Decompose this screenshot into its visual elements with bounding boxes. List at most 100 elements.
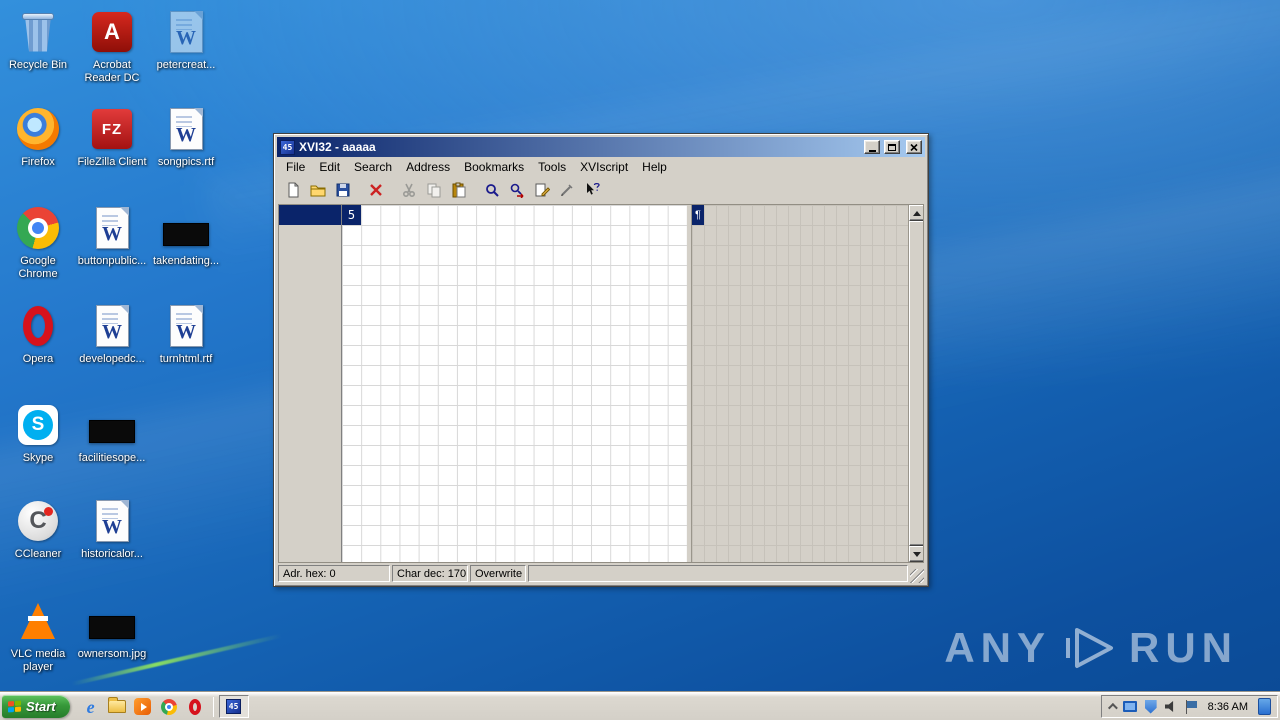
- new-file-button[interactable]: [281, 179, 304, 201]
- desktop-icon-label: takendating...: [152, 255, 220, 267]
- menu-search[interactable]: Search: [347, 158, 399, 176]
- skype-icon: S: [2, 401, 74, 449]
- desktop-icon-label: songpics.rtf: [157, 156, 215, 168]
- tray-network-icon[interactable]: [1122, 701, 1137, 712]
- maximize-icon: [888, 143, 896, 151]
- insert-pen-icon: [560, 184, 573, 196]
- quicklaunch-opera[interactable]: [182, 695, 208, 719]
- context-help-button[interactable]: [580, 179, 603, 201]
- quicklaunch-divider: [212, 696, 214, 717]
- tray-expand-icon[interactable]: [1107, 702, 1118, 713]
- text-grid-pane[interactable]: ¶: [691, 205, 908, 562]
- open-file-button[interactable]: [306, 179, 329, 201]
- quicklaunch-explorer-folder[interactable]: [104, 695, 130, 719]
- word-document-icon: W: [76, 204, 148, 252]
- desktop-icon-firefox[interactable]: Firefox: [2, 105, 74, 169]
- new-file-icon: [288, 182, 298, 198]
- status-bar: Adr. hex: 0 Char dec: 170 Overwrite: [277, 563, 925, 583]
- desktop-icon-label: buttonpublic...: [77, 255, 147, 267]
- tray-status-icon[interactable]: [1144, 699, 1157, 714]
- tray-clock[interactable]: 8:36 AM: [1206, 701, 1250, 713]
- quicklaunch-media-player[interactable]: [130, 695, 156, 719]
- desktop-icon-songpics[interactable]: W songpics.rtf: [150, 105, 222, 169]
- chrome-icon: [160, 698, 177, 715]
- desktop-icon-petercreat[interactable]: W petercreat...: [150, 8, 222, 72]
- anyrun-play-logo: [1066, 628, 1113, 668]
- desktop-icon-turnhtml[interactable]: W turnhtml.rtf: [150, 302, 222, 366]
- maximize-button[interactable]: [884, 140, 900, 154]
- tray-flag-icon[interactable]: [1185, 699, 1198, 714]
- desktop-icon-label: CCleaner: [14, 548, 62, 560]
- vlc-icon: [2, 597, 74, 645]
- desktop-icon-opera[interactable]: Opera: [2, 302, 74, 366]
- firefox-icon: [2, 105, 74, 153]
- desktop-icon-label: developedc...: [79, 353, 145, 365]
- desktop-icon-skype[interactable]: S Skype: [2, 401, 74, 465]
- resize-grip[interactable]: [910, 569, 924, 583]
- quicklaunch-chrome[interactable]: [156, 695, 182, 719]
- menu-file[interactable]: File: [279, 158, 312, 176]
- find-next-icon: [510, 183, 523, 198]
- watermark-text-run: RUN: [1129, 624, 1238, 671]
- menu-help[interactable]: Help: [635, 158, 674, 176]
- hex-selected-cell[interactable]: 5: [342, 205, 361, 225]
- edit-address-button[interactable]: [530, 179, 553, 201]
- windows-flag-icon: [8, 700, 21, 713]
- cut-button[interactable]: [397, 179, 420, 201]
- desktop-icon-developedc[interactable]: W developedc...: [76, 302, 148, 366]
- start-label: Start: [26, 699, 56, 714]
- quicklaunch-internet-explorer[interactable]: e: [78, 695, 104, 719]
- xvi32-window: 45 XVI32 - aaaaa File Edit Search Addres…: [273, 133, 929, 587]
- opera-icon: [188, 698, 201, 715]
- window-title: XVI32 - aaaaa: [299, 140, 376, 154]
- desktop-icon-label: Firefox: [21, 156, 55, 168]
- desktop-icon-label: Recycle Bin: [8, 59, 68, 71]
- menu-bar: File Edit Search Address Bookmarks Tools…: [277, 157, 925, 177]
- menu-edit[interactable]: Edit: [312, 158, 347, 176]
- scroll-down-button[interactable]: [909, 546, 923, 562]
- save-file-button[interactable]: [331, 179, 354, 201]
- desktop-icon-recycle-bin[interactable]: Recycle Bin: [2, 8, 74, 72]
- address-column[interactable]: [279, 205, 342, 562]
- copy-button[interactable]: [422, 179, 445, 201]
- opera-icon: [2, 302, 74, 350]
- menu-address[interactable]: Address: [399, 158, 457, 176]
- desktop-icon-facilitiesope[interactable]: facilitiesope...: [76, 401, 148, 465]
- menu-tools[interactable]: Tools: [531, 158, 573, 176]
- desktop-icon-takendating[interactable]: takendating...: [150, 204, 222, 268]
- image-file-icon: [76, 597, 148, 645]
- start-button[interactable]: Start: [2, 695, 70, 718]
- desktop-icon-filezilla[interactable]: FZ FileZilla Client: [76, 105, 148, 169]
- desktop-icon-label: Skype: [22, 452, 54, 464]
- desktop-icon-buttonpublic[interactable]: W buttonpublic...: [76, 204, 148, 268]
- scroll-up-button[interactable]: [909, 205, 923, 221]
- menu-xviscript[interactable]: XVIscript: [573, 158, 635, 176]
- desktop-icon-label: VLC media player: [10, 648, 66, 674]
- close-button[interactable]: [906, 140, 922, 154]
- desktop-icon-label: ownersom.jpg: [77, 648, 147, 660]
- delete-button[interactable]: [364, 179, 387, 201]
- minimize-button[interactable]: [864, 140, 880, 154]
- desktop-icon-acrobat[interactable]: A Acrobat Reader DC: [76, 8, 148, 85]
- menu-bookmarks[interactable]: Bookmarks: [457, 158, 531, 176]
- desktop-icon-historicalor[interactable]: W historicalor...: [76, 497, 148, 561]
- address-selected-cell: [279, 205, 341, 225]
- paste-button[interactable]: [447, 179, 470, 201]
- taskbar-button-xvi32[interactable]: 45: [218, 695, 249, 718]
- find-next-button[interactable]: [505, 179, 528, 201]
- vertical-scrollbar[interactable]: [908, 205, 923, 562]
- text-selected-cell[interactable]: ¶: [692, 205, 704, 225]
- desktop-icon-ownersom[interactable]: ownersom.jpg: [76, 597, 148, 661]
- word-document-icon: W: [76, 497, 148, 545]
- insert-button[interactable]: [555, 179, 578, 201]
- desktop-icon-chrome[interactable]: Google Chrome: [2, 204, 74, 281]
- hex-grid-pane[interactable]: 5: [342, 205, 687, 562]
- desktop-icon-vlc[interactable]: VLC media player: [2, 597, 74, 674]
- xvi32-app-icon[interactable]: 45: [280, 139, 295, 155]
- tray-volume-icon[interactable]: [1164, 701, 1174, 712]
- titlebar[interactable]: 45 XVI32 - aaaaa: [277, 137, 925, 157]
- tray-anyrun-icon[interactable]: [1258, 698, 1271, 715]
- scrollbar-thumb[interactable]: [909, 221, 923, 546]
- desktop-icon-ccleaner[interactable]: C CCleaner: [2, 497, 74, 561]
- find-button[interactable]: [480, 179, 503, 201]
